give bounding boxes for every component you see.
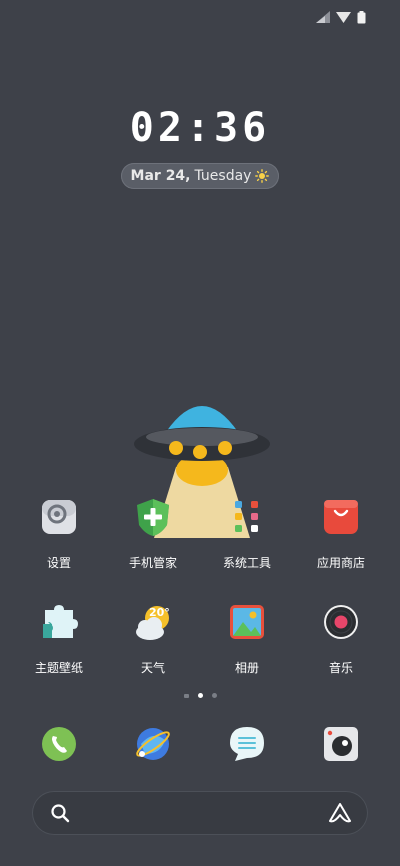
app-label: 主题壁纸 — [34, 661, 83, 675]
sun-icon — [255, 169, 270, 183]
app-weather[interactable]: 20° 天气 — [105, 602, 201, 676]
puzzle-icon — [39, 602, 79, 642]
search-bar[interactable] — [32, 791, 368, 835]
gallery-icon — [227, 602, 267, 642]
clock-widget[interactable]: 02:36 — [0, 104, 400, 152]
app-store[interactable]: 应用商店 — [293, 497, 389, 571]
assistant-icon[interactable] — [328, 802, 352, 824]
search-icon[interactable] — [50, 803, 70, 823]
dock-phone[interactable] — [11, 724, 107, 764]
app-music[interactable]: 音乐 — [293, 602, 389, 676]
shield-icon — [133, 497, 173, 537]
gear-icon — [39, 497, 79, 537]
weather-icon: 20° — [133, 602, 173, 642]
camera-icon — [321, 724, 361, 764]
date-weather-widget[interactable]: Mar 24, Tuesday — [121, 163, 279, 189]
app-label: 系统工具 — [222, 556, 271, 570]
app-themes[interactable]: 主题壁纸 — [11, 602, 107, 676]
app-system-tools[interactable]: 系统工具 — [199, 497, 295, 571]
browser-planet-icon — [133, 724, 173, 764]
page-dot[interactable] — [211, 693, 217, 698]
app-label: 音乐 — [328, 661, 353, 675]
wifi-icon — [336, 12, 351, 23]
date-month-day: Mar 24, — [130, 168, 191, 184]
app-label: 相册 — [234, 661, 259, 675]
tools-grid-icon — [227, 497, 267, 537]
app-label: 手机管家 — [128, 556, 177, 570]
clock-time: 02:36 — [129, 105, 271, 151]
dock-browser[interactable] — [105, 724, 201, 764]
status-bar — [316, 9, 366, 25]
battery-icon — [357, 10, 366, 23]
dock-messages[interactable] — [199, 724, 295, 764]
page-indicator[interactable] — [0, 693, 400, 698]
app-label: 天气 — [140, 661, 165, 675]
music-record-icon — [321, 602, 361, 642]
signal-icon — [316, 11, 330, 23]
weather-temperature: 20° — [149, 606, 170, 619]
page-dot-search[interactable] — [183, 693, 189, 698]
app-label: 应用商店 — [316, 556, 365, 570]
page-dot-active[interactable] — [197, 693, 203, 698]
phone-icon — [39, 724, 79, 764]
app-phone-manager[interactable]: 手机管家 — [105, 497, 201, 571]
dock-camera[interactable] — [293, 724, 389, 764]
app-label: 设置 — [46, 556, 71, 570]
date-weekday: Tuesday — [194, 168, 252, 184]
app-gallery[interactable]: 相册 — [199, 602, 295, 676]
store-bag-icon — [321, 497, 361, 537]
app-settings[interactable]: 设置 — [11, 497, 107, 571]
messages-icon — [227, 724, 267, 764]
